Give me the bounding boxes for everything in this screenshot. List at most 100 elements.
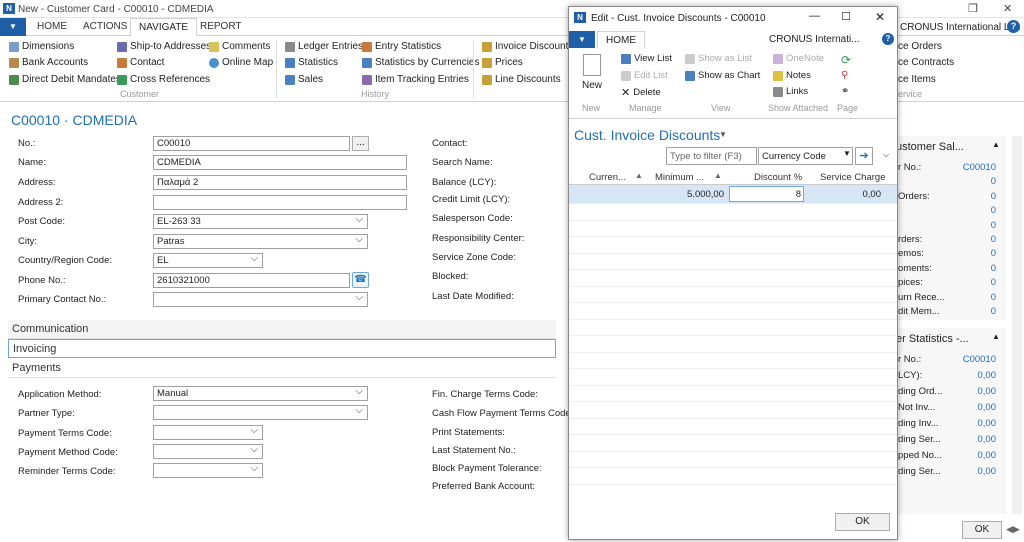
tab-actions[interactable]: ACTIONS (83, 21, 127, 32)
factbox-row-value[interactable]: 0 (940, 191, 996, 202)
app-method-select[interactable]: Manual (153, 386, 368, 401)
show-as-chart-button[interactable]: Show as Chart (685, 70, 760, 81)
sales-button[interactable]: Sales (285, 74, 323, 85)
address-input[interactable]: Παλαμά 2 (153, 175, 407, 190)
primary-contact-select[interactable] (153, 292, 368, 307)
phone-input[interactable]: 2610321000 (153, 273, 350, 288)
fasttab-invoicing[interactable]: Invoicing (8, 339, 556, 358)
new-button[interactable]: New (582, 80, 602, 91)
fasttab-payments[interactable]: Payments (8, 359, 556, 378)
cell-discount-input[interactable]: 8 (729, 186, 804, 202)
reminder-terms-select[interactable] (153, 463, 263, 478)
col-service-charge[interactable]: Service Charge (820, 172, 885, 183)
tab-navigate[interactable]: NAVIGATE (130, 18, 198, 37)
refresh-icon[interactable]: ⟳ (841, 53, 851, 67)
close-icon[interactable]: ✕ (1003, 2, 1012, 15)
post-code-select[interactable]: EL-263 33 (153, 214, 368, 229)
close-icon[interactable]: ✕ (875, 10, 885, 24)
factbox-row-value[interactable]: 0 (940, 176, 996, 187)
scroll-arrows-icon[interactable]: ◀▶ (1006, 524, 1020, 535)
stats-currencies-button[interactable]: Statistics by Currencies (362, 57, 479, 68)
factbox-row-value[interactable]: 0 (940, 277, 996, 288)
line-discounts-button[interactable]: Line Discounts (482, 74, 561, 85)
service-orders-button[interactable]: ce Orders (898, 41, 942, 52)
phone-call-icon[interactable]: ☎ (352, 272, 369, 288)
ship-to-button[interactable]: Ship-to Addresses (117, 41, 211, 52)
collapse-icon[interactable]: ▲ (992, 140, 1000, 149)
city-select[interactable]: Patras (153, 234, 368, 249)
fasttab-communication[interactable]: Communication (8, 320, 556, 339)
notes-button[interactable]: Notes (773, 70, 811, 81)
tab-home[interactable]: HOME (37, 21, 67, 32)
ledger-entries-button[interactable]: Ledger Entries (285, 41, 363, 52)
view-list-button[interactable]: View List (621, 53, 672, 64)
factbox-row-value[interactable]: 0,00 (940, 434, 997, 445)
title-dropdown-icon[interactable]: ▼ (719, 130, 727, 139)
no-assist-button[interactable]: ... (352, 136, 369, 151)
bank-accounts-button[interactable]: Bank Accounts (9, 57, 88, 68)
statistics-button[interactable]: Statistics (285, 57, 338, 68)
maximize-icon[interactable]: ☐ (841, 10, 851, 23)
dialog-tab-home[interactable]: HOME (597, 31, 645, 49)
collapse-icon[interactable]: ▲ (992, 332, 1000, 341)
factbox-row-value[interactable]: 0 (940, 292, 996, 303)
filter-input[interactable]: Type to filter (F3) (666, 147, 757, 165)
service-items-button[interactable]: ce Items (898, 74, 936, 85)
name-input[interactable]: CDMEDIA (153, 155, 407, 170)
comments-button[interactable]: Comments (209, 41, 270, 52)
show-as-list-button[interactable]: Show as List (685, 53, 752, 64)
no-input[interactable]: C00010 (153, 136, 350, 151)
cell-service-charge[interactable]: 0,00 (809, 189, 882, 200)
entry-statistics-button[interactable]: Entry Statistics (362, 41, 441, 52)
edit-list-button[interactable]: Edit List (621, 70, 668, 81)
factbox-row-value[interactable]: C00010 (940, 162, 996, 173)
factbox-row-value[interactable]: 0,00 (940, 466, 997, 477)
col-discount[interactable]: Discount % (754, 172, 802, 183)
partner-type-select[interactable] (153, 405, 368, 420)
prices-button[interactable]: Prices (482, 57, 523, 68)
expand-icon[interactable]: ⌵ (883, 150, 889, 160)
clear-filter-icon[interactable]: ⚲ (841, 70, 848, 81)
contact-button[interactable]: Contact (117, 57, 164, 68)
factbox-row-value[interactable]: 0,00 (940, 386, 997, 397)
col-currency[interactable]: Curren... (589, 172, 626, 183)
cross-references-button[interactable]: Cross References (117, 74, 210, 85)
delete-button[interactable]: ✕ Delete (621, 86, 661, 99)
factbox-row-value[interactable]: 0,00 (940, 418, 997, 429)
factbox-row-value[interactable]: 0,00 (940, 370, 997, 381)
minimize-icon[interactable]: — (809, 10, 820, 22)
factbox-row-value[interactable]: 0 (940, 306, 996, 317)
help-icon[interactable]: ? (1007, 20, 1020, 33)
item-tracking-button[interactable]: Item Tracking Entries (362, 74, 469, 85)
factbox-row-value[interactable]: 0 (940, 205, 996, 216)
factbox-row-value[interactable]: 0 (940, 248, 996, 259)
dialog-ok-button[interactable]: OK (835, 513, 890, 531)
app-menu-button[interactable]: ▼ (0, 18, 26, 36)
online-map-button[interactable]: Online Map (209, 57, 273, 68)
factbox-row-value[interactable]: C00010 (940, 354, 996, 365)
tab-report[interactable]: REPORT (200, 21, 242, 32)
onenote-button[interactable]: OneNote (773, 53, 824, 64)
factbox-row-value[interactable]: 0 (940, 263, 996, 274)
cell-minimum[interactable]: 5.000,00 (651, 189, 724, 200)
dimensions-button[interactable]: Dimensions (9, 41, 74, 52)
col-minimum[interactable]: Minimum ... (655, 172, 704, 183)
service-contracts-button[interactable]: ce Contracts (898, 57, 954, 68)
ok-button[interactable]: OK (962, 521, 1002, 539)
direct-debit-button[interactable]: Direct Debit Mandates (9, 74, 121, 85)
payment-terms-select[interactable] (153, 425, 263, 440)
filter-field-select[interactable]: Currency Code (758, 147, 853, 165)
links-button[interactable]: Links (773, 86, 808, 97)
find-icon[interactable]: ⚭ (841, 86, 849, 97)
dialog-menu-button[interactable]: ▼ (569, 31, 595, 48)
factbox-row-value[interactable]: 0 (940, 220, 996, 231)
factbox-row-value[interactable]: 0,00 (940, 450, 997, 461)
payment-method-select[interactable] (153, 444, 263, 459)
address2-input[interactable] (153, 195, 407, 210)
invoice-discounts-button[interactable]: Invoice Discounts (482, 41, 573, 52)
factbox-row-value[interactable]: 0 (940, 234, 996, 245)
help-icon[interactable]: ? (882, 33, 894, 45)
factbox-row-value[interactable]: 0,00 (940, 402, 997, 413)
page-scrollbar[interactable] (1012, 136, 1022, 514)
restore-icon[interactable]: ❐ (968, 2, 978, 15)
